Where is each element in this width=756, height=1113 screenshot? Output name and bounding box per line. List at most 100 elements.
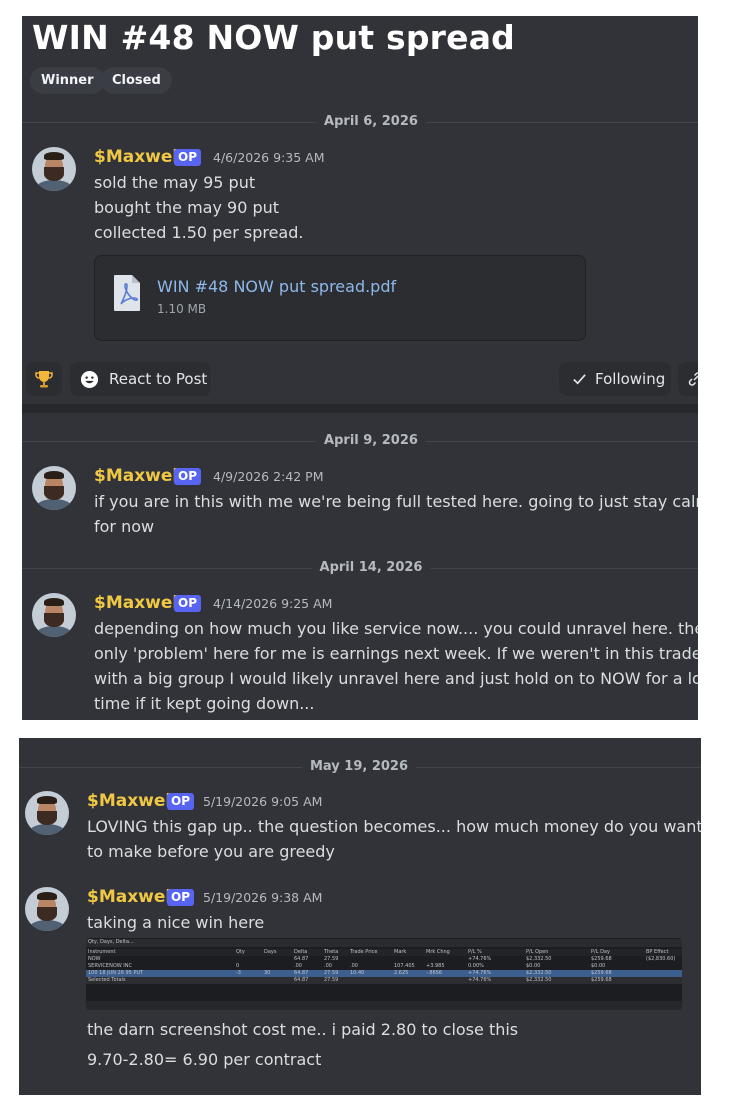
following-label: Following xyxy=(595,370,666,388)
shot-cell: 64.87 xyxy=(294,956,309,962)
message-line: sold the may 95 put xyxy=(94,173,256,192)
message-line: time if it kept going down... xyxy=(94,694,315,713)
author-name[interactable]: $Maxwell xyxy=(87,791,177,811)
tag-closed[interactable]: Closed xyxy=(101,67,172,94)
shot-cell: $2,332.50 xyxy=(526,970,552,976)
shot-cell: Selected Totals xyxy=(88,977,126,983)
shot-cell: 30 xyxy=(264,970,271,976)
shot-cell: Trade Price xyxy=(350,949,378,955)
shot-cell: -3 xyxy=(236,970,241,976)
thread-panel-bottom: May 19, 2026 $Maxwell OP 5/19/2026 9:05 … xyxy=(19,738,701,1095)
shot-cell: Instrument xyxy=(88,949,116,955)
shot-cell: $0.00 xyxy=(591,963,606,969)
shot-cell: +74.76% xyxy=(468,956,492,962)
avatar[interactable] xyxy=(32,593,76,637)
shot-cell: 27.59 xyxy=(324,956,339,962)
message-line: taking a nice win here xyxy=(87,913,265,932)
date-divider: April 6, 2026 xyxy=(316,114,426,129)
message-line: bought the may 90 put xyxy=(94,198,280,217)
shot-cell: -.8656 xyxy=(426,970,443,976)
shot-cell: Mark xyxy=(394,949,407,955)
op-badge: OP xyxy=(174,595,201,612)
avatar[interactable] xyxy=(32,466,76,510)
shot-cell: .00 xyxy=(294,963,302,969)
shot-cell: P/L Open xyxy=(526,949,549,955)
shot-cell: $0.00 xyxy=(526,963,541,969)
shot-cell: $259.68 xyxy=(591,970,612,976)
tag-winner[interactable]: Winner xyxy=(30,67,105,94)
shot-cell: $259.68 xyxy=(591,977,612,983)
shot-row: 100 18 JUN 26 95 PUT -3 30 64.87 27.59 10.40 2… xyxy=(86,970,682,977)
message-line: 9.70-2.80= 6.90 per contract xyxy=(87,1050,322,1069)
shot-cell: BP Effect xyxy=(646,949,669,955)
avatar[interactable] xyxy=(32,147,76,191)
date-divider: April 14, 2026 xyxy=(311,560,431,575)
author-name[interactable]: $Maxwell xyxy=(94,466,184,486)
thread-panel-top: WIN #48 NOW put spread Winner Closed Apr… xyxy=(22,16,698,720)
avatar[interactable] xyxy=(25,791,69,835)
file-attachment[interactable]: WIN #48 NOW put spread.pdf 1.10 MB xyxy=(94,255,586,341)
trophy-icon xyxy=(35,371,53,388)
react-to-post-label: React to Post xyxy=(109,370,208,388)
shot-toolbar-text: Qty, Days, Delta... xyxy=(88,939,134,945)
shot-row: Selected Totals 64.87 27.59 +74.76% $2,332.5… xyxy=(86,977,682,984)
shot-cell: Qty xyxy=(236,949,245,955)
post-action-bar: React to Post Following xyxy=(22,356,698,406)
shot-cell: 0 xyxy=(236,963,240,969)
author-name[interactable]: $Maxwell xyxy=(87,887,177,907)
message-line: with a big group I would likely unravel … xyxy=(94,669,698,688)
message-line: collected 1.50 per spread. xyxy=(94,223,304,242)
shot-cell: 64.87 xyxy=(294,977,309,983)
shot-footer xyxy=(86,1001,682,1010)
message-timestamp[interactable]: 5/19/2026 9:38 AM xyxy=(203,890,322,905)
trophy-button[interactable] xyxy=(26,362,62,396)
copy-link-button[interactable] xyxy=(678,362,698,396)
message-line: LOVING this gap up.. the question become… xyxy=(87,817,701,836)
shot-cell: $2,332.50 xyxy=(526,956,552,962)
checkmark-icon xyxy=(573,374,586,385)
avatar[interactable] xyxy=(25,887,69,931)
message-timestamp[interactable]: 5/19/2026 9:05 AM xyxy=(203,794,322,809)
author-name[interactable]: $Maxwell xyxy=(94,593,184,613)
attachment-filename[interactable]: WIN #48 NOW put spread.pdf xyxy=(157,277,396,296)
shot-toolbar: Qty, Days, Delta... xyxy=(86,939,682,947)
message-line: only 'problem' here for me is earnings n… xyxy=(94,644,698,663)
shot-row: SERVICENOW INC 0 .00 .00 .00 107.405 +3.985 0.0… xyxy=(86,963,682,970)
pdf-file-icon xyxy=(114,275,140,311)
author-name[interactable]: $Maxwell xyxy=(94,147,184,167)
message-timestamp[interactable]: 4/14/2026 9:25 AM xyxy=(213,596,332,611)
message-timestamp[interactable]: 4/6/2026 9:35 AM xyxy=(213,150,325,165)
message-line: if you are in this with me we're being f… xyxy=(94,492,698,511)
message-line: the darn screenshot cost me.. i paid 2.8… xyxy=(87,1020,519,1039)
shot-cell: 0.00% xyxy=(468,963,484,969)
shot-cell: 27.59 xyxy=(324,977,339,983)
op-badge: OP xyxy=(167,793,194,810)
shot-cell: 107.405 xyxy=(394,963,415,969)
date-divider: April 9, 2026 xyxy=(316,433,426,448)
smiley-icon xyxy=(80,370,99,389)
message-line: for now xyxy=(94,517,155,536)
embedded-screenshot[interactable]: Qty, Days, Delta... Instrument Qty Days Del… xyxy=(86,938,682,1010)
shot-cell: 100 18 JUN 26 95 PUT xyxy=(88,970,144,976)
shot-cell: 10.40 xyxy=(350,970,365,976)
message-timestamp[interactable]: 4/9/2026 2:42 PM xyxy=(213,469,323,484)
shot-cell: .00 xyxy=(324,963,332,969)
shot-row: Instrument Qty Days Delta Theta Trade Price Ma… xyxy=(86,949,682,956)
shot-cell: P/L % xyxy=(468,949,482,955)
shot-cell: Days xyxy=(264,949,277,955)
shot-cell: 64.87 xyxy=(294,970,309,976)
op-badge: OP xyxy=(174,149,201,166)
shot-cell: ($2,830.60) xyxy=(646,956,676,962)
message-line: to make before you are greedy xyxy=(87,842,335,861)
op-badge: OP xyxy=(167,889,194,906)
shot-cell: .00 xyxy=(350,963,358,969)
shot-cell: $2,332.50 xyxy=(526,977,552,983)
following-button[interactable]: Following xyxy=(559,362,671,396)
shot-cell: NOW xyxy=(88,956,101,962)
shot-cell: +74.76% xyxy=(468,977,492,983)
react-to-post-button[interactable]: React to Post xyxy=(70,362,211,396)
shot-cell: $259.68 xyxy=(591,956,612,962)
link-icon xyxy=(688,372,698,386)
message-line: depending on how much you like service n… xyxy=(94,619,698,638)
thread-title: WIN #48 NOW put spread xyxy=(32,18,515,57)
